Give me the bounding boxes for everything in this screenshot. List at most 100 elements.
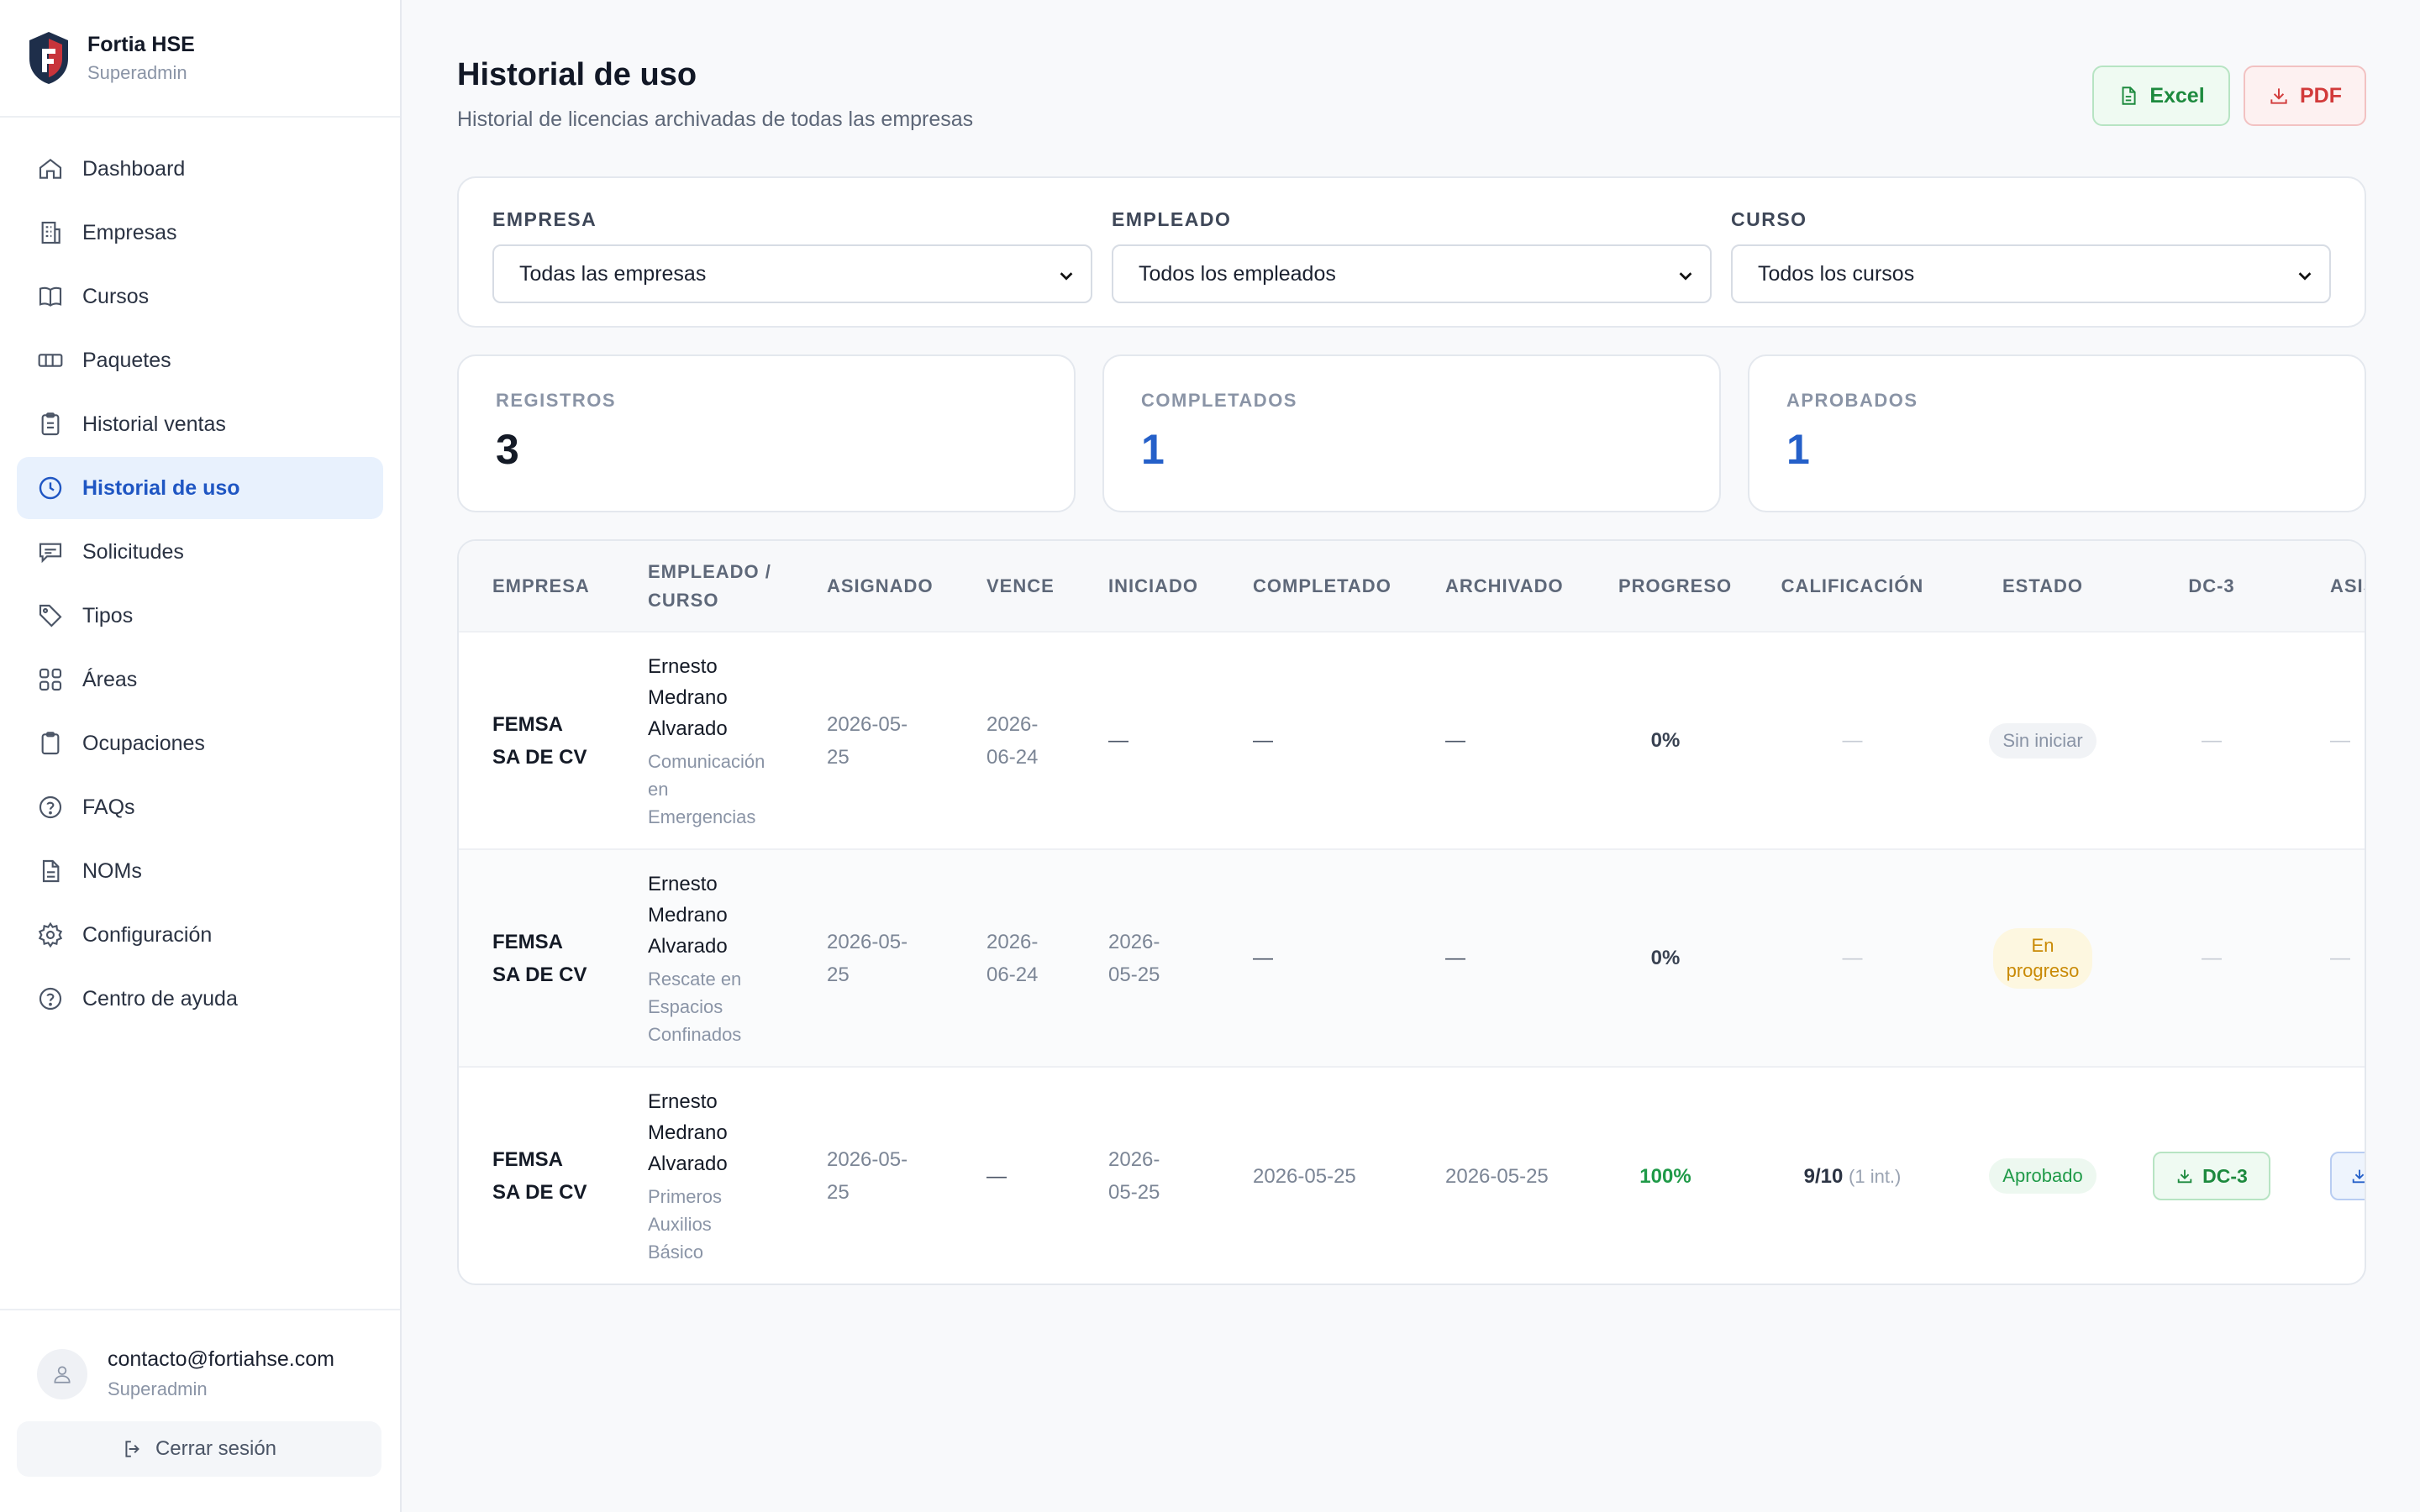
cell-calificacion: 9/10 (1 int.) <box>1746 1067 1959 1284</box>
ticket-icon <box>37 347 64 374</box>
logout-icon <box>122 1438 144 1460</box>
cell-iniciado: 2026- 05-25 <box>1108 1148 1160 1204</box>
cell-dc3: — <box>2202 729 2222 752</box>
cell-asignado: 2026-05- 25 <box>827 1148 908 1204</box>
cell-completado: 2026-05-25 <box>1253 1164 1356 1188</box>
usage-table-card: EMPRESA EMPLEADO / CURSO ASIGNADO VENCE I… <box>457 539 2366 1285</box>
sidebar-item-empresas[interactable]: Empresas <box>17 202 383 264</box>
cell-empresa: FEMSA SA DE CV <box>492 1148 587 1204</box>
stat-value: 3 <box>496 426 519 473</box>
cell-empleado-curso: Ernesto Medrano Alvarado Rescate en Espacio… <box>614 849 793 1067</box>
sidebar-item-label: Áreas <box>82 667 138 691</box>
cell-empleado-curso: Ernesto Medrano Alvarado Primeros Auxilios B… <box>614 1067 793 1284</box>
export-excel-button[interactable]: Excel <box>2092 66 2230 126</box>
stat-aprobados: APROBADOS 1 <box>1748 354 2366 512</box>
sidebar-item-solicitudes[interactable]: Solicitudes <box>17 521 383 583</box>
col-completado[interactable]: COMPLETADO <box>1219 541 1412 632</box>
avatar <box>37 1348 87 1399</box>
col-vence[interactable]: VENCE <box>953 541 1075 632</box>
sidebar-item-ocupaciones[interactable]: Ocupaciones <box>17 712 383 774</box>
sidebar-item-tipos[interactable]: Tipos <box>17 585 383 647</box>
sidebar-item-historial-de-uso[interactable]: Historial de uso <box>17 457 383 519</box>
sidebar-item-label: Empresas <box>82 220 177 244</box>
cell-progreso: 0% <box>1650 947 1681 969</box>
gear-icon <box>37 921 64 948</box>
table-row: FEMSA SA DE CV Ernesto Medrano Alvarado Res… <box>459 849 2365 1067</box>
status-badge: En progreso <box>1992 927 2093 989</box>
status-badge: Aprobado <box>1989 1158 2096 1194</box>
sidebar-item-faqs[interactable]: FAQs <box>17 776 383 838</box>
dc3-download-button[interactable]: DC-3 <box>2153 1152 2270 1200</box>
sidebar-item-dashboard[interactable]: Dashboard <box>17 138 383 200</box>
col-estado[interactable]: ESTADO <box>1959 541 2127 632</box>
book-icon <box>37 283 64 310</box>
sidebar-item-label: NOMs <box>82 858 142 883</box>
empleado-select[interactable]: Todos los empleados <box>1112 244 1712 303</box>
sidebar-item-areas[interactable]: Áreas <box>17 648 383 711</box>
asistencia-download-button[interactable] <box>2330 1152 2365 1200</box>
select-value: Todos los empleados <box>1139 261 1336 286</box>
cell-archivado: 2026-05-25 <box>1445 1164 1549 1188</box>
cell-asignado: 2026-05- 25 <box>827 712 908 769</box>
user-icon <box>54 1365 71 1383</box>
shield-logo-icon <box>27 30 71 86</box>
download-icon <box>2175 1167 2194 1185</box>
filter-curso: CURSO Todos los cursos <box>1731 208 2331 303</box>
col-dc3[interactable]: DC-3 <box>2127 541 2296 632</box>
download-icon <box>2350 1167 2365 1185</box>
help-circle-icon <box>37 794 64 821</box>
export-pdf-button[interactable]: PDF <box>2244 66 2366 126</box>
sidebar-item-noms[interactable]: NOMs <box>17 840 383 902</box>
sidebar-item-label: Cursos <box>82 284 150 308</box>
sidebar-item-label: Ocupaciones <box>82 731 205 755</box>
cell-calificacion: — <box>1842 729 1863 752</box>
stat-label: COMPLETADOS <box>1141 390 1297 411</box>
sidebar-nav: Dashboard Empresas Cursos Paquetes Histo… <box>0 118 400 1030</box>
col-asist[interactable]: ASIST <box>2296 541 2365 632</box>
sidebar-item-historial-ventas[interactable]: Historial ventas <box>17 393 383 455</box>
user-role: Superadmin <box>108 1378 208 1399</box>
col-progreso[interactable]: PROGRESO <box>1585 541 1746 632</box>
cell-dc3: — <box>2202 947 2222 969</box>
sidebar-item-label: Dashboard <box>82 156 186 181</box>
cell-progreso: 100% <box>1639 1164 1691 1188</box>
sidebar-item-centro-de-ayuda[interactable]: Centro de ayuda <box>17 968 383 1030</box>
sidebar: Fortia HSE Superadmin Dashboard Empresas… <box>0 0 402 1512</box>
chevron-down-icon <box>1676 266 1695 285</box>
employee-name: Ernesto Medrano Alvarado <box>648 654 728 740</box>
col-calificacion[interactable]: CALIFICACIÓN <box>1746 541 1959 632</box>
filter-label: EMPRESA <box>492 208 597 230</box>
sidebar-item-cursos[interactable]: Cursos <box>17 265 383 328</box>
filter-empresa: EMPRESA Todas las empresas <box>492 208 1092 303</box>
table-row: FEMSA SA DE CV Ernesto Medrano Alvarado Com… <box>459 632 2365 849</box>
col-archivado[interactable]: ARCHIVADO <box>1412 541 1585 632</box>
cell-asignado: 2026-05- 25 <box>827 930 908 986</box>
sidebar-item-label: Historial de uso <box>82 475 240 500</box>
col-asignado[interactable]: ASIGNADO <box>793 541 953 632</box>
chevron-down-icon <box>2296 266 2314 285</box>
select-value: Todos los cursos <box>1758 261 1915 286</box>
main-content: Historial de uso Historial de licencias … <box>402 0 2420 1512</box>
cell-completado: — <box>1253 947 1273 969</box>
col-iniciado[interactable]: INICIADO <box>1075 541 1219 632</box>
sidebar-item-label: Tipos <box>82 603 134 627</box>
excel-label: Excel <box>2149 83 2205 108</box>
table-row: FEMSA SA DE CV Ernesto Medrano Alvarado Pri… <box>459 1067 2365 1284</box>
employee-name: Ernesto Medrano Alvarado <box>648 1090 728 1175</box>
empresa-select[interactable]: Todas las empresas <box>492 244 1092 303</box>
clipboard-list-icon <box>37 730 64 757</box>
logout-button[interactable]: Cerrar sesión <box>17 1421 381 1477</box>
cell-empresa: FEMSA SA DE CV <box>492 930 587 986</box>
col-empresa[interactable]: EMPRESA <box>459 541 614 632</box>
brand[interactable]: Fortia HSE Superadmin <box>0 0 400 118</box>
filter-label: EMPLEADO <box>1112 208 1232 230</box>
col-empleado-curso[interactable]: EMPLEADO / CURSO <box>614 541 793 632</box>
message-icon <box>37 538 64 565</box>
table-header-row: EMPRESA EMPLEADO / CURSO ASIGNADO VENCE I… <box>459 541 2365 632</box>
grade-value: 9/10 <box>1803 1164 1844 1188</box>
curso-select[interactable]: Todos los cursos <box>1731 244 2331 303</box>
sidebar-item-paquetes[interactable]: Paquetes <box>17 329 383 391</box>
filters-panel: EMPRESA Todas las empresas EMPLEADO Todo… <box>457 176 2366 328</box>
sidebar-item-configuracion[interactable]: Configuración <box>17 904 383 966</box>
sidebar-item-label: Solicitudes <box>82 539 184 564</box>
